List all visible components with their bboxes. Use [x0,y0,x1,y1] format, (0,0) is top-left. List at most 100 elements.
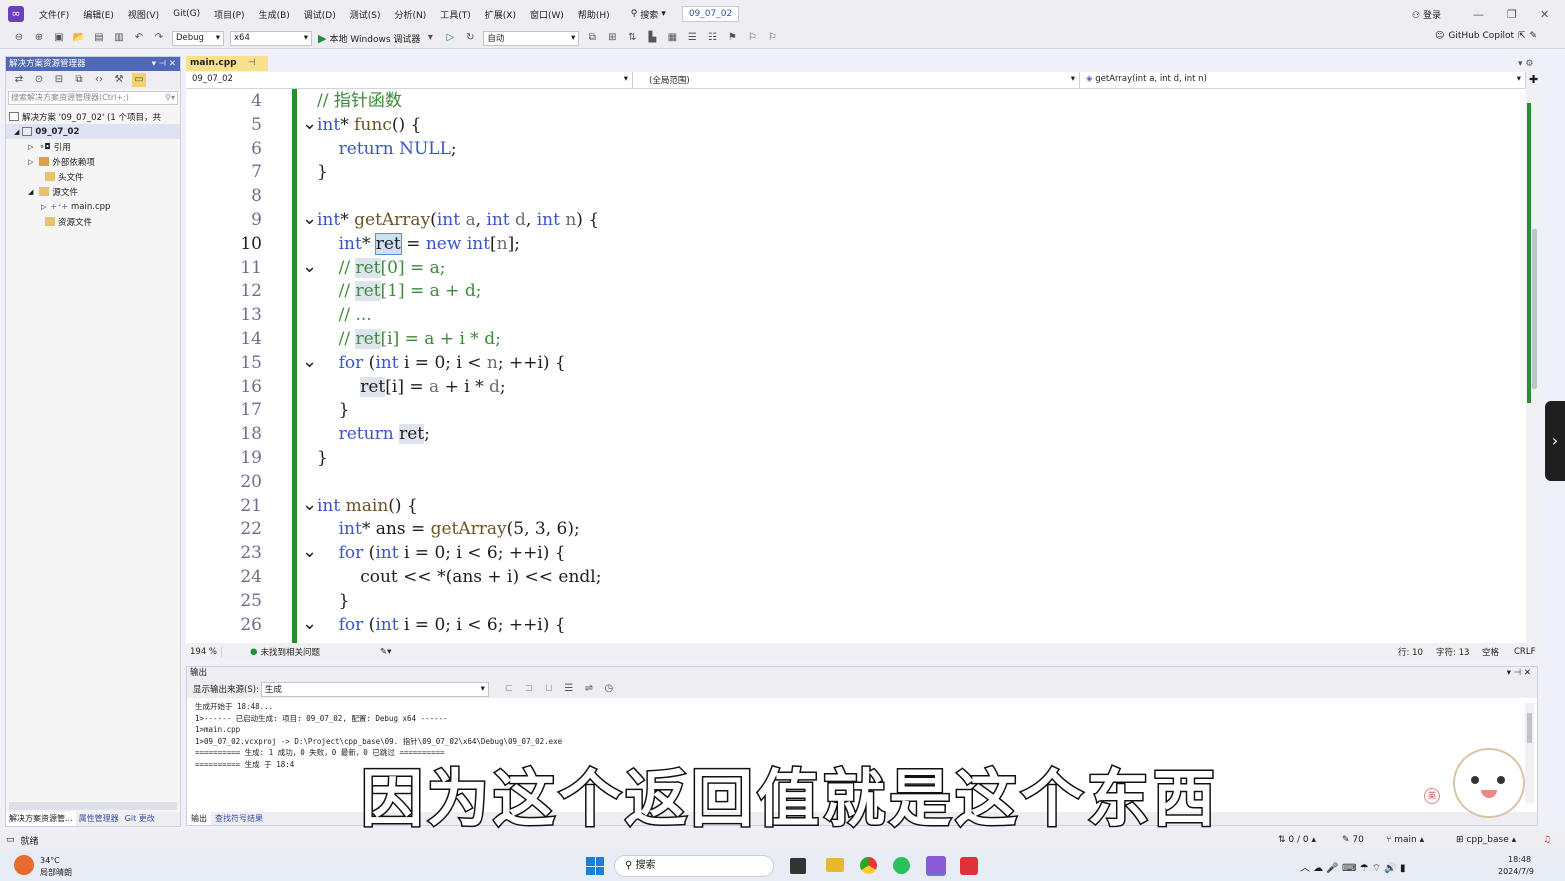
github-copilot-button[interactable]: ☺ GitHub Copilot ⇱ ✎ [1435,31,1537,41]
code-line[interactable]: 18 return ret; [186,422,1526,446]
menu-test[interactable]: 测试(S) [343,8,388,21]
menu-window[interactable]: 窗口(W) [523,8,571,21]
menu-debug[interactable]: 调试(D) [297,8,343,21]
nav-member-select[interactable]: ◈ getArray(int a, int d, int n) ▾ [1080,72,1526,88]
menu-view[interactable]: 视图(V) [121,8,166,21]
code-line[interactable]: 26 ⌄ for (int i = 0; i < 6; ++i) { [186,613,1526,637]
tree-item-resource-files[interactable]: 资源文件 [6,214,180,229]
wechat-icon[interactable] [893,857,910,874]
close-icon[interactable]: ▾ ⊣ ✕ [1507,667,1531,680]
issues-status[interactable]: 未找到相关问题 [260,646,320,658]
pin-icon[interactable]: ⊣ [248,58,256,68]
code-line[interactable]: 13 // ... [186,303,1526,327]
clock-icon[interactable]: ◷ [602,682,616,696]
output-find-icon[interactable]: ⊔ [542,682,556,696]
code-line[interactable]: 9 ⌄ int* getArray(int a, int d, int n) { [186,208,1526,232]
indent-icon[interactable]: ☰ [685,31,699,45]
git-changes-status[interactable]: ⇅ 0 / 0 ▴ [1278,835,1316,845]
start-without-debug-icon[interactable]: ▷ [443,31,457,45]
solution-search-input[interactable]: 搜索解决方案资源管理器(Ctrl+;) ⚲▾ [8,91,178,105]
notification-bell-icon[interactable]: ♫ [1543,835,1551,845]
code-line[interactable]: 10 int* ret = new int[n]; [186,232,1526,256]
recorder-icon[interactable] [960,857,978,875]
cursor-col[interactable]: 字符: 13 [1436,646,1469,658]
scrollbar-thumb[interactable] [1532,229,1537,389]
redo-icon[interactable]: ↷ [152,31,166,45]
nav-scope-select[interactable]: (全局范围) ▾ [633,72,1080,88]
commits-status[interactable]: ✎ 70 [1342,835,1364,845]
code-line[interactable]: 12 // ret[1] = a + d; [186,279,1526,303]
zoom-level[interactable]: 194 % [186,646,223,657]
fold-toggle-icon[interactable]: ⌄ [302,540,317,564]
code-line[interactable]: 16 ret[i] = a + i * d; [186,375,1526,399]
menu-edit[interactable]: 编辑(E) [76,8,121,21]
tab-overflow-icon[interactable]: ▾ ⚙ [1518,59,1533,69]
bookmark-icon[interactable]: ⚑ [725,31,739,45]
tree-item-source-files[interactable]: ◢ 源文件 [6,184,180,199]
menu-analyze[interactable]: 分析(N) [387,8,433,21]
output-prev-icon[interactable]: ⊏ [502,682,516,696]
tree-item-header-files[interactable]: 头文件 [6,169,180,184]
code-line[interactable]: 19} [186,446,1526,470]
code-line[interactable]: 6 return NULL; [186,137,1526,161]
code-icon[interactable]: ‹› [92,73,106,87]
chevron-down-icon[interactable]: ▾ [423,31,437,45]
code-line[interactable]: 20 [186,470,1526,494]
undo-icon[interactable]: ↶ [132,31,146,45]
brush-icon[interactable]: ✎▾ [380,647,391,657]
comment-icon[interactable]: ☷ [705,31,719,45]
bookmark-next-icon[interactable]: ⚐ [765,31,779,45]
clear-all-icon[interactable]: ☰ [562,682,576,696]
code-line[interactable]: 15 ⌄ for (int i = 0; i < n; ++i) { [186,351,1526,375]
tab-output[interactable]: 输出 [187,812,211,825]
toolbar-icon-d[interactable]: ▙ [645,31,659,45]
tray-icons[interactable]: ︿ ☁ 🎤 ⌨ ☂ ⌔ 🔊 ▮ [1300,859,1405,875]
tree-item-main-cpp[interactable]: ▷ +⁺+ main.cpp [6,199,180,214]
file-explorer-icon[interactable] [826,858,844,872]
code-line[interactable]: 5 ⌄ int* func() { [186,113,1526,137]
side-panel-expand-button[interactable]: › [1545,401,1565,481]
code-line[interactable]: 22 int* ans = getArray(5, 3, 6); [186,517,1526,541]
login-button[interactable]: ⚇ 登录 [1412,8,1441,21]
back-icon[interactable]: ⊖ [12,31,26,45]
code-line[interactable]: 17 } [186,398,1526,422]
code-line[interactable]: 11 ⌄ // ret[0] = a; [186,256,1526,280]
save-icon[interactable]: ▤ [92,31,106,45]
taskbar-search[interactable]: ⚲ 搜索 [614,855,774,877]
tree-item-references[interactable]: ▷ ∘◘ 引用 [6,139,180,154]
menu-project[interactable]: 项目(P) [207,8,251,21]
code-editor[interactable]: 4// 指针函数 5 ⌄ int* func() {6 return NULL; 7} 8… [186,89,1526,643]
branch-status[interactable]: ⑂ main ▴ [1386,835,1424,845]
word-wrap-icon[interactable]: ⇌ [582,682,596,696]
restore-icon[interactable]: ❐ [1507,8,1517,21]
menu-extensions[interactable]: 扩展(X) [478,8,523,21]
code-line[interactable]: 8 [186,184,1526,208]
search-button[interactable]: ⚲ 搜索 ▾ [625,8,672,21]
chrome-icon[interactable] [860,857,877,874]
fold-toggle-icon[interactable]: ⌄ [302,207,317,231]
tab-git-changes[interactable]: Git 更改 [122,812,158,826]
fold-toggle-icon[interactable]: ⌄ [302,612,317,636]
fold-toggle-icon[interactable]: ⌄ [302,493,317,517]
split-editor-icon[interactable]: ✚ [1529,73,1538,86]
cursor-line[interactable]: 行: 10 [1398,646,1423,658]
code-line[interactable]: 23 ⌄ for (int i = 0; i < 6; ++i) { [186,541,1526,565]
fold-toggle-icon[interactable]: ⌄ [302,112,317,136]
save-all-icon[interactable]: ▥ [112,31,126,45]
weather-icon[interactable] [14,855,34,875]
platform-select[interactable]: x64 ▾ [230,30,312,46]
forward-icon[interactable]: ⊕ [32,31,46,45]
history-icon[interactable]: ⊙ [32,73,46,87]
show-all-icon[interactable]: ⧉ [72,73,86,87]
tab-property-manager[interactable]: 属性管理器 [76,812,122,826]
new-project-icon[interactable]: ▣ [52,31,66,45]
code-line[interactable]: 14 // ret[i] = a + i * d; [186,327,1526,351]
bookmark-prev-icon[interactable]: ⚐ [745,31,759,45]
close-icon[interactable]: ✕ [1540,8,1549,21]
menu-git[interactable]: Git(G) [166,9,207,19]
output-next-icon[interactable]: ⊐ [522,682,536,696]
code-line[interactable]: 7} [186,160,1526,184]
toolbar-icon-b[interactable]: ⊞ [605,31,619,45]
menu-build[interactable]: 生成(B) [252,8,297,21]
auto-select[interactable]: 自动 ▾ [483,30,580,46]
